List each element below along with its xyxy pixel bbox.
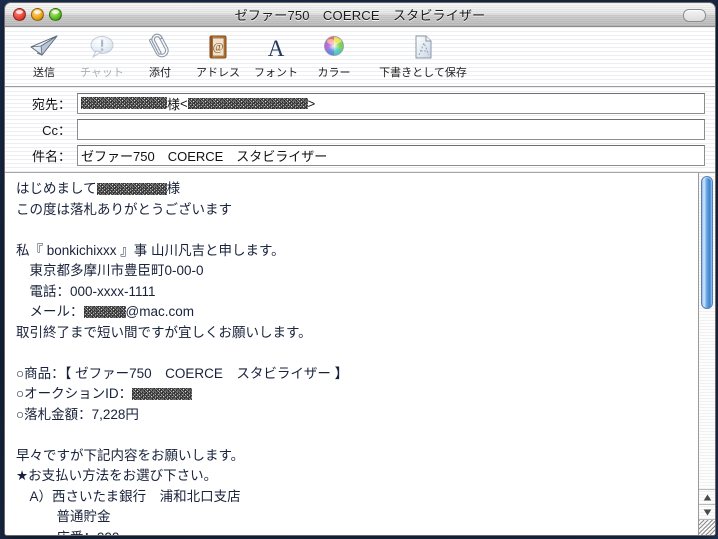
message-line: ○オークションID： — [16, 384, 690, 405]
cc-field-row: Cc： — [15, 118, 705, 140]
close-button[interactable] — [13, 8, 26, 21]
message-line: ○落札金額：7,228円 — [16, 406, 139, 422]
to-bracket-close: > — [307, 95, 316, 111]
message-line: メール： @mac.com — [16, 302, 690, 323]
message-line: 店番：999 — [16, 528, 690, 536]
mail-compose-window: ゼファー750 COERCE スタビライザー 送信 チャット 添付 @ アドレス… — [4, 2, 716, 536]
message-line: 東京都多摩川市豊臣町0-00-0 — [16, 263, 204, 278]
svg-text:@: @ — [213, 40, 224, 54]
subject-label: 件名： — [31, 148, 71, 164]
message-line: ★お支払い方法をお選び下さい。 — [16, 468, 218, 483]
scrollbar-arrows — [699, 489, 715, 519]
message-line-text: はじめまして — [16, 181, 97, 196]
message-line: A）西さいたま銀行 浦和北口支店 — [16, 488, 241, 504]
paperclip-icon — [145, 31, 175, 63]
toolbar-button-font[interactable]: A フォント — [247, 31, 305, 80]
message-line: 普通貯金 — [16, 509, 111, 524]
toolbar-label-save-draft: 下書きとして保存 — [379, 67, 467, 79]
redacted-text — [83, 306, 126, 319]
message-line-text: メール： — [16, 304, 84, 319]
toolbar: 送信 チャット 添付 @ アドレス A フォント カラー 下書きとして保存 — [5, 27, 715, 87]
message-line — [16, 425, 690, 446]
to-bracket-open: < — [180, 95, 188, 111]
message-line-text: @mac.com — [125, 304, 194, 319]
header-fields: 宛先： 様 < > Cc： 件名： ゼファー750 COERCE スタビライザー — [5, 87, 715, 173]
toolbar-toggle-button[interactable] — [683, 9, 706, 22]
message-line: 取引終了まで短い間ですが宜しくお願いします。 — [16, 324, 312, 340]
redacted-recipient-email — [187, 97, 308, 109]
message-line: はじめまして 様 — [16, 179, 690, 200]
message-line: ○商品：【 ゼファー750 COERCE スタビライザー 】 — [16, 365, 349, 381]
message-line: 早々ですが下記内容をお願いします。 — [16, 447, 245, 463]
message-line: 私『 bonkichixxx 』事 山川凡吉と申します。 — [16, 242, 285, 258]
scroll-down-arrow[interactable] — [699, 504, 715, 519]
toolbar-button-chat[interactable]: チャット — [73, 31, 131, 80]
cc-label: Cc： — [42, 122, 71, 138]
scroll-up-arrow[interactable] — [699, 489, 715, 504]
save-draft-icon — [408, 31, 438, 63]
toolbar-label-chat: チャット — [80, 67, 124, 79]
window-controls — [13, 8, 62, 21]
cc-input[interactable] — [77, 118, 705, 140]
message-line: この度は落札ありがとうございます — [16, 201, 232, 217]
toolbar-label-send: 送信 — [33, 67, 55, 79]
color-wheel-icon — [319, 31, 349, 63]
redacted-text — [96, 183, 167, 196]
toolbar-button-send[interactable]: 送信 — [15, 31, 73, 80]
redacted-text — [132, 388, 193, 401]
message-line — [16, 343, 690, 364]
font-a-icon: A — [261, 31, 291, 63]
minimize-button[interactable] — [31, 8, 44, 21]
paper-plane-icon — [29, 31, 59, 63]
address-book-icon: @ — [203, 31, 233, 63]
message-line — [16, 220, 690, 241]
window-resize-grip[interactable] — [699, 519, 715, 535]
scrollbar-track[interactable] — [699, 173, 715, 489]
zoom-button[interactable] — [49, 8, 62, 21]
subject-input[interactable]: ゼファー750 COERCE スタビライザー — [77, 144, 705, 166]
toolbar-button-save-draft[interactable]: 下書きとして保存 — [363, 31, 483, 80]
toolbar-label-color: カラー — [317, 67, 351, 79]
message-line-text: 様 — [166, 181, 181, 196]
to-label: 宛先： — [31, 96, 71, 112]
scrollbar-thumb[interactable] — [701, 176, 713, 309]
to-input[interactable]: 様 < > — [77, 92, 705, 114]
chat-bubble-icon — [87, 31, 117, 63]
message-line-text: ○オークションID： — [16, 386, 133, 401]
toolbar-label-font: フォント — [254, 67, 298, 79]
toolbar-label-address: アドレス — [196, 67, 240, 79]
toolbar-label-attach: 添付 — [149, 67, 171, 79]
toolbar-button-address[interactable]: @ アドレス — [189, 31, 247, 80]
to-field-row: 宛先： 様 < > — [15, 92, 705, 114]
message-body-textarea[interactable]: はじめまして 様この度は落札ありがとうございます 私『 bonkichixxx 』… — [5, 173, 698, 535]
vertical-scrollbar[interactable] — [698, 173, 715, 535]
toolbar-button-attach[interactable]: 添付 — [131, 31, 189, 80]
window-title: ゼファー750 COERCE スタビライザー — [234, 8, 486, 23]
redacted-recipient-name — [81, 97, 167, 109]
message-area: はじめまして 様この度は落札ありがとうございます 私『 bonkichixxx 』… — [5, 173, 715, 535]
subject-field-row: 件名： ゼファー750 COERCE スタビライザー — [15, 144, 705, 166]
window-titlebar[interactable]: ゼファー750 COERCE スタビライザー — [5, 3, 715, 27]
message-line: 電話：000-xxxx-1111 — [16, 283, 156, 299]
svg-text:A: A — [268, 36, 285, 61]
to-honorific: 様 — [167, 96, 181, 112]
desktop-background: ゼファー750 COERCE スタビライザー 送信 チャット 添付 @ アドレス… — [0, 0, 718, 539]
toolbar-button-color[interactable]: カラー — [305, 31, 363, 80]
